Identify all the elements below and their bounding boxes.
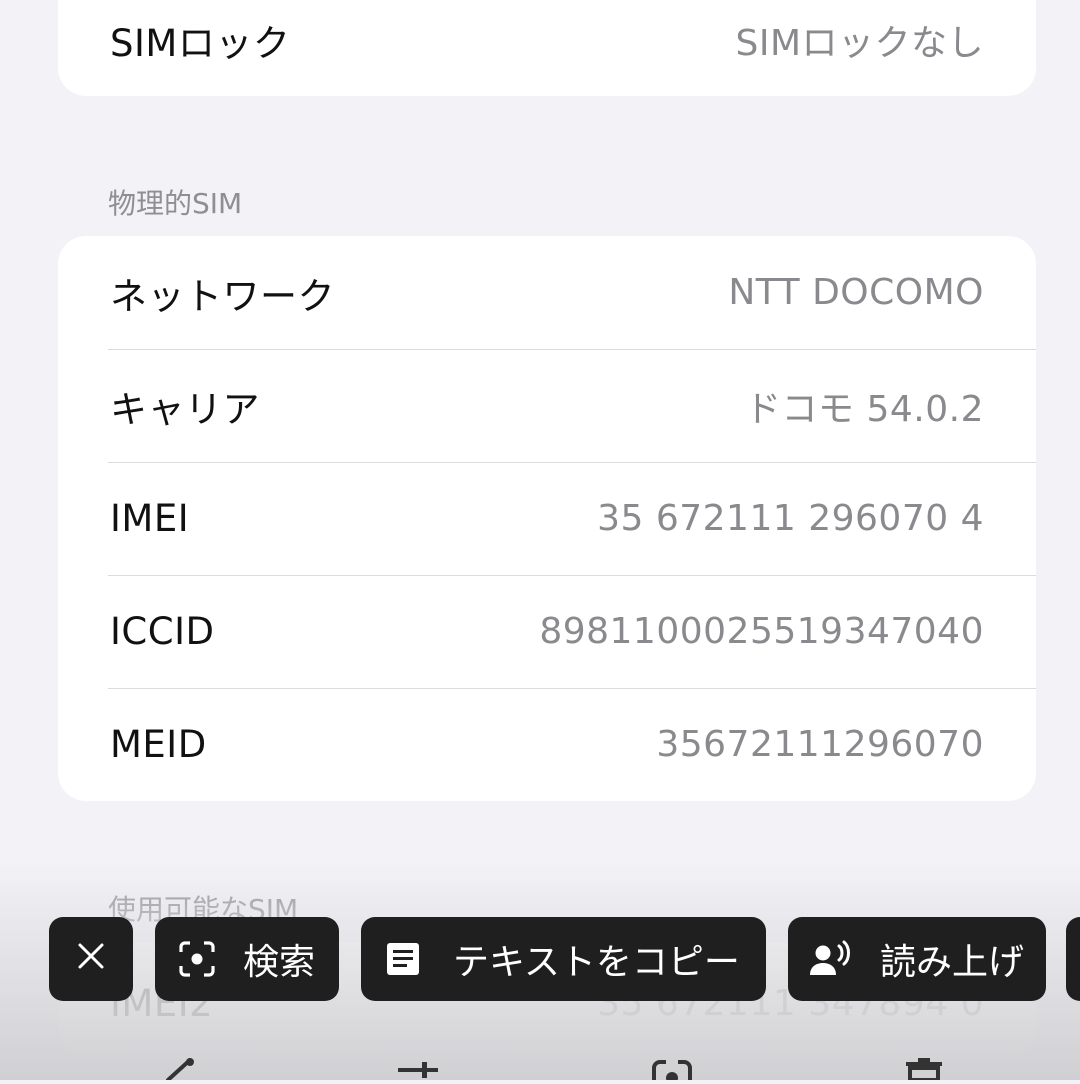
delete-icon[interactable] xyxy=(902,1058,946,1084)
sim-lock-card: SIMロック SIMロックなし xyxy=(58,0,1036,96)
edit-pen-icon[interactable] xyxy=(160,1058,200,1084)
network-value: NTT DOCOMO xyxy=(728,272,984,313)
search-label: 検索 xyxy=(243,942,316,983)
copy-text-label: テキストをコピー xyxy=(453,942,740,983)
sim-lock-value: SIMロックなし xyxy=(735,23,984,64)
imei-value: 35 672111 296070 4 xyxy=(597,498,984,539)
read-aloud-label: 読み上げ xyxy=(880,942,1025,983)
carrier-row[interactable]: キャリア ドコモ 54.0.2 xyxy=(58,349,1036,462)
adjust-icon[interactable] xyxy=(396,1058,440,1084)
more-chip[interactable] xyxy=(1066,917,1080,1001)
read-aloud-chip[interactable]: 読み上げ xyxy=(788,917,1046,1001)
read-aloud-icon xyxy=(808,939,852,979)
iccid-label: ICCID xyxy=(110,610,215,653)
imei-label: IMEI xyxy=(110,497,190,540)
network-row[interactable]: ネットワーク NTT DOCOMO xyxy=(58,236,1036,349)
carrier-value: ドコモ 54.0.2 xyxy=(745,388,984,430)
physical-sim-card: ネットワーク NTT DOCOMO キャリア ドコモ 54.0.2 IMEI 3… xyxy=(58,236,1036,801)
copy-text-chip[interactable]: テキストをコピー xyxy=(361,917,766,1001)
imei-row[interactable]: IMEI 35 672111 296070 4 xyxy=(58,462,1036,575)
sim-lock-row[interactable]: SIMロック SIMロックなし xyxy=(58,0,1036,96)
lens-scan-icon[interactable] xyxy=(650,1058,694,1084)
meid-value: 35672111296070 xyxy=(656,724,984,765)
lens-icon xyxy=(177,939,217,979)
meid-label: MEID xyxy=(110,723,207,766)
document-icon xyxy=(383,939,423,979)
meid-row[interactable]: MEID 35672111296070 xyxy=(58,688,1036,801)
iccid-value: 8981100025519347040 xyxy=(539,611,984,652)
physical-sim-header: 物理的SIM xyxy=(108,187,243,220)
close-icon xyxy=(76,939,106,980)
close-chip[interactable] xyxy=(49,917,133,1001)
iccid-row[interactable]: ICCID 8981100025519347040 xyxy=(58,575,1036,688)
sim-lock-label: SIMロック xyxy=(110,22,291,65)
carrier-label: キャリア xyxy=(110,387,260,431)
search-chip[interactable]: 検索 xyxy=(155,917,339,1001)
network-label: ネットワーク xyxy=(110,274,335,318)
